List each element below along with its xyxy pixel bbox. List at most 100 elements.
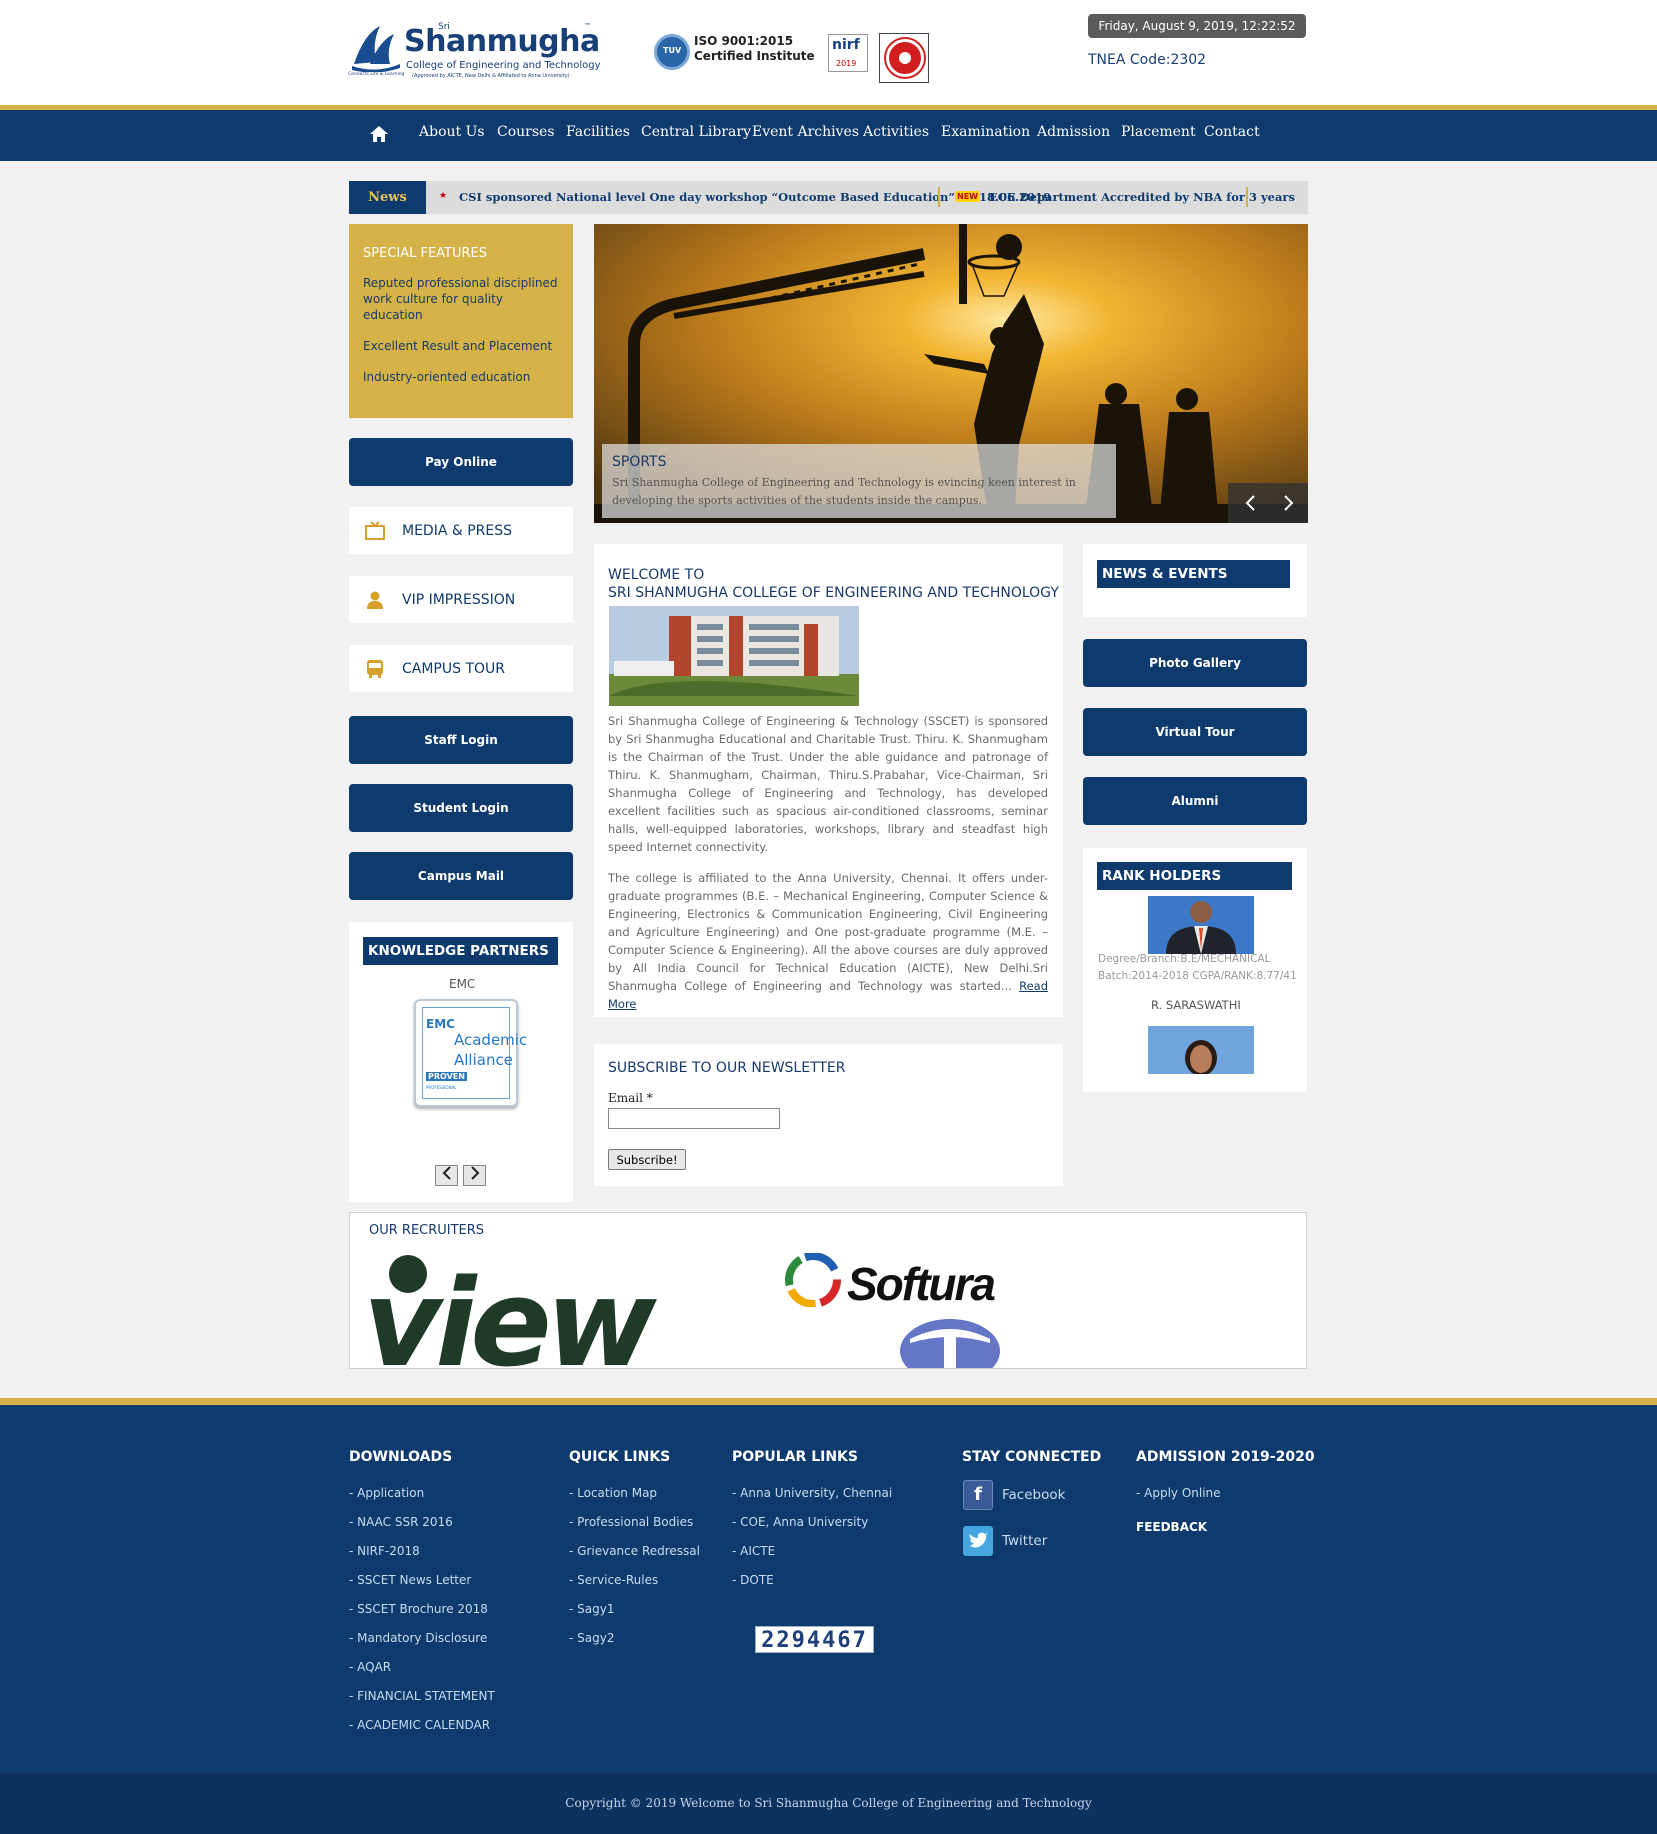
- current-datetime: Friday, August 9, 2019, 12:22:52 PM: [1088, 14, 1306, 57]
- special-feature-item: Excellent Result and Placement: [363, 339, 553, 353]
- welcome-line2: SRI SHANMUGHA COLLEGE OF ENGINEERING AND…: [608, 585, 1059, 601]
- photo-gallery-button[interactable]: Photo Gallery: [1083, 639, 1307, 687]
- image-slider: SPORTS Sri Shanmugha College of Engineer…: [594, 224, 1308, 523]
- welcome-panel: WELCOME TO SRI SHANMUGHA COLLEGE OF ENGI…: [594, 544, 1063, 1017]
- popular-link[interactable]: - COE, Anna University: [732, 1515, 868, 1529]
- rank-holder-name: R. SARASWATHI: [1151, 998, 1241, 1012]
- quick-link[interactable]: - Professional Bodies: [569, 1515, 693, 1529]
- news-events-title: NEWS & EVENTS: [1097, 560, 1290, 588]
- softura-recruiter-logo[interactable]: Softura: [783, 1251, 1023, 1311]
- media-press-button[interactable]: MEDIA & PRESS: [349, 507, 573, 554]
- copyright-bar: Copyright © 2019 Welcome to Sri Shanmugh…: [0, 1773, 1657, 1834]
- slider-controls: [1228, 483, 1308, 523]
- student-login-button[interactable]: Student Login: [349, 784, 573, 832]
- download-link[interactable]: - Mandatory Disclosure: [349, 1631, 487, 1645]
- welcome-title: WELCOME TO SRI SHANMUGHA COLLEGE OF ENGI…: [608, 566, 1059, 602]
- popular-link[interactable]: - DOTE: [732, 1573, 774, 1587]
- campus-tour-button[interactable]: CAMPUS TOUR: [349, 645, 573, 692]
- tata-recruiter-logo[interactable]: [900, 1309, 1000, 1369]
- news-separator: [1246, 187, 1248, 207]
- nav-contact[interactable]: Contact: [1204, 124, 1260, 140]
- email-field[interactable]: [608, 1108, 780, 1129]
- emc-academic-alliance-logo[interactable]: EMC Academic Alliance PROVEN PROFESSIONA…: [414, 999, 527, 1107]
- iso-certification: TUV ISO 9001:2015 Certified Institute: [654, 32, 815, 72]
- nav-central-library[interactable]: Central Library: [641, 124, 751, 140]
- seal-logo: [879, 33, 929, 83]
- rank-holder-photo: [1148, 896, 1254, 954]
- vip-impression-label: VIP IMPRESSION: [402, 592, 516, 608]
- download-link[interactable]: - FINANCIAL STATEMENT: [349, 1689, 495, 1703]
- alumni-button[interactable]: Alumni: [1083, 777, 1307, 825]
- slider-prev-icon[interactable]: [1244, 495, 1256, 511]
- partner-next-button[interactable]: [463, 1165, 486, 1186]
- site-footer: DOWNLOADS - Application - NAAC SSR 2016 …: [0, 1405, 1657, 1773]
- quick-link[interactable]: - Service-Rules: [569, 1573, 658, 1587]
- download-link[interactable]: - NAAC SSR 2016: [349, 1515, 453, 1529]
- download-link[interactable]: - Application: [349, 1486, 424, 1500]
- nav-admission[interactable]: Admission: [1037, 124, 1110, 140]
- news-bullet-icon: ★: [439, 191, 448, 201]
- subscribe-button[interactable]: Subscribe!: [608, 1149, 686, 1170]
- download-link[interactable]: - ACADEMIC CALENDAR: [349, 1718, 490, 1732]
- partner-prev-button[interactable]: [435, 1165, 458, 1186]
- nav-activities[interactable]: Activities: [863, 124, 929, 140]
- quick-link[interactable]: - Location Map: [569, 1486, 657, 1500]
- logo-subtitle: College of Engineering and Technology: [406, 60, 601, 71]
- nav-placement[interactable]: Placement: [1121, 124, 1196, 140]
- rank-holders-title: RANK HOLDERS: [1097, 862, 1292, 890]
- twitter-link[interactable]: Twitter: [963, 1526, 1083, 1556]
- logo-approval: (Approved by AICTE, New Delhi & Affiliat…: [412, 73, 570, 79]
- nav-examination[interactable]: Examination: [941, 124, 1030, 140]
- knowledge-partners-title: KNOWLEDGE PARTNERS: [363, 937, 558, 965]
- virtual-tour-button[interactable]: Virtual Tour: [1083, 708, 1307, 756]
- nirf-logo: nirf 2019: [828, 34, 868, 72]
- rank-holder-photo: [1148, 1026, 1254, 1074]
- site-header: Connects Life & Learning Sri Shanmugha ™…: [0, 0, 1657, 105]
- tv-icon: [365, 521, 385, 540]
- quick-link[interactable]: - Sagy1: [569, 1602, 614, 1616]
- nav-event-archives[interactable]: Event Archives: [752, 124, 859, 140]
- logo-name: Shanmugha: [404, 24, 600, 59]
- campus-tour-label: CAMPUS TOUR: [402, 661, 506, 677]
- facebook-link[interactable]: f Facebook: [963, 1480, 1083, 1510]
- tnea-code: TNEA Code:2302: [1088, 52, 1207, 68]
- apply-online-link[interactable]: - Apply Online: [1136, 1486, 1221, 1500]
- campus-mail-button[interactable]: Campus Mail: [349, 852, 573, 900]
- person-icon: [367, 591, 383, 609]
- iso-line2: Certified Institute: [694, 49, 815, 63]
- slider-next-icon[interactable]: [1283, 495, 1295, 511]
- feedback-link[interactable]: FEEDBACK: [1136, 1520, 1207, 1534]
- tuv-badge-icon: TUV: [654, 34, 690, 70]
- quick-link[interactable]: - Sagy2: [569, 1631, 614, 1645]
- download-link[interactable]: - SSCET Brochure 2018: [349, 1602, 488, 1616]
- view-recruiter-logo[interactable]: view: [369, 1251, 764, 1368]
- newsletter-panel: SUBSCRIBE TO OUR NEWSLETTER Email * Subs…: [594, 1044, 1063, 1186]
- rank-holder-detail: Batch:2014-2018 CGPA/RANK:8.77/41: [1098, 970, 1297, 982]
- nav-courses[interactable]: Courses: [497, 124, 555, 140]
- download-link[interactable]: - AQAR: [349, 1660, 391, 1674]
- home-icon[interactable]: [369, 125, 389, 143]
- rank-holders-panel: RANK HOLDERS Degree/Branch:B.E/MECHANICA…: [1083, 848, 1307, 1092]
- recruiters-title: OUR RECRUITERS: [369, 1223, 485, 1238]
- quick-link[interactable]: - Grievance Redressal: [569, 1544, 700, 1558]
- college-building-image: [609, 606, 859, 706]
- download-link[interactable]: - NIRF-2018: [349, 1544, 420, 1558]
- footer-gold-stripe: [0, 1398, 1657, 1405]
- pay-online-button[interactable]: Pay Online: [349, 438, 573, 486]
- slide-title: SPORTS: [612, 454, 667, 470]
- nav-about-us[interactable]: About Us: [419, 124, 485, 140]
- staff-login-button[interactable]: Staff Login: [349, 716, 573, 764]
- twitter-icon: [963, 1526, 993, 1556]
- rank-holder-detail: Degree/Branch:B.E/MECHANICAL: [1098, 953, 1271, 965]
- download-link[interactable]: - SSCET News Letter: [349, 1573, 471, 1587]
- visitor-counter: 2294467: [755, 1626, 874, 1653]
- special-features-panel: SPECIAL FEATURES Reputed professional di…: [349, 224, 573, 418]
- popular-link[interactable]: - Anna University, Chennai: [732, 1486, 892, 1500]
- vip-impression-button[interactable]: VIP IMPRESSION: [349, 576, 573, 623]
- special-feature-item: Reputed professional disciplined work cu…: [363, 276, 558, 322]
- popular-links-title: POPULAR LINKS: [732, 1449, 858, 1465]
- nav-facilities[interactable]: Facilities: [566, 124, 630, 140]
- news-separator: [938, 187, 940, 207]
- news-item[interactable]: ECE Department Accredited by NBA for 3 y…: [989, 190, 1295, 204]
- popular-link[interactable]: - AICTE: [732, 1544, 775, 1558]
